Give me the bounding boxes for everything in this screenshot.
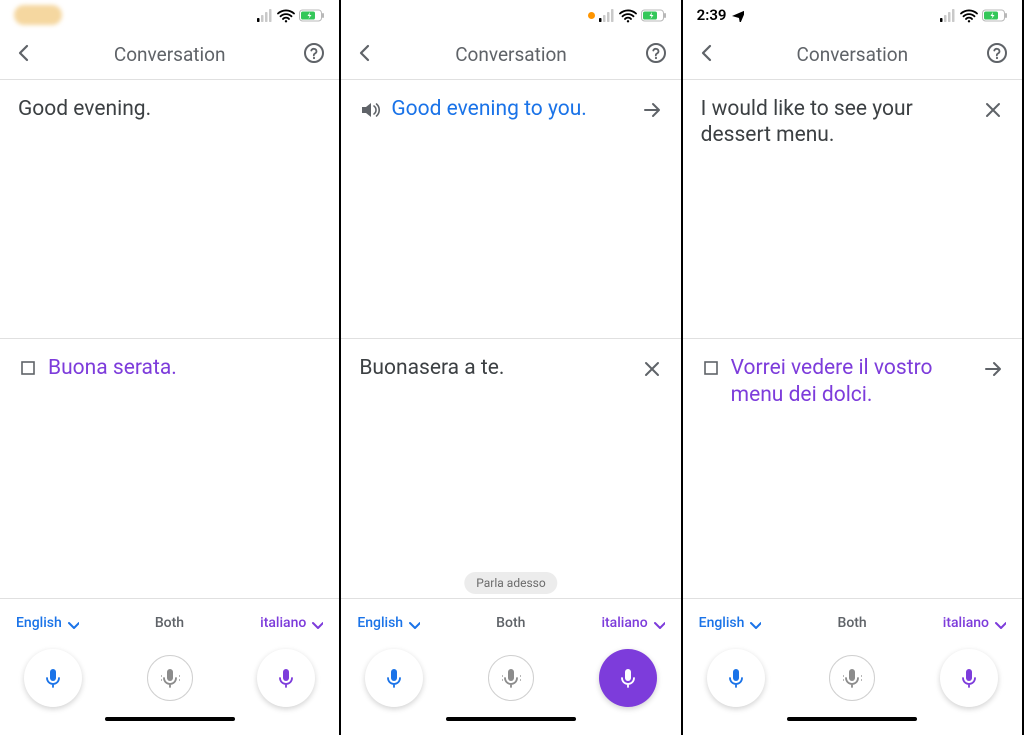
battery-icon [641, 9, 667, 22]
mic-icon [383, 666, 405, 690]
target-text: Buonasera a te. [359, 355, 630, 381]
source-text: Good evening to you. [391, 96, 630, 122]
lang-both-button[interactable]: Both [155, 615, 184, 631]
wifi-icon [960, 8, 978, 23]
home-indicator[interactable] [787, 717, 917, 722]
battery-icon [982, 9, 1008, 22]
signal-icon [940, 9, 956, 22]
lang-source-label: English [357, 615, 403, 631]
expand-icon[interactable] [701, 358, 721, 382]
chevron-down-icon [65, 616, 79, 630]
location-icon [730, 8, 744, 22]
status-bar: 2:39 [683, 0, 1022, 30]
status-bar [341, 0, 680, 30]
chevron-down-icon [992, 616, 1006, 630]
lang-target-button[interactable]: italiano [260, 615, 323, 631]
page-title: Conversation [683, 43, 1022, 66]
mic-auto-button[interactable] [147, 655, 193, 701]
target-pane[interactable]: Buona serata. [0, 338, 339, 597]
arrow-right-icon[interactable] [641, 99, 663, 125]
nav-bar: Conversation [683, 30, 1022, 80]
lang-target-label: italiano [943, 615, 989, 631]
home-indicator[interactable] [446, 717, 576, 722]
mic-auto-icon [841, 666, 863, 690]
chevron-down-icon [747, 616, 761, 630]
status-time-blur [14, 5, 62, 25]
speak-now-hint: Parla adesso [464, 572, 557, 594]
chevron-down-icon [309, 616, 323, 630]
lang-source-button[interactable]: English [16, 615, 79, 631]
wifi-icon [277, 8, 295, 23]
nav-bar: Conversation [0, 30, 339, 80]
bottom-bar: English Both italiano [0, 598, 339, 735]
lang-both-button[interactable]: Both [496, 615, 525, 631]
help-button[interactable] [303, 42, 325, 68]
close-icon[interactable] [982, 99, 1004, 125]
screen-0: Conversation Good evening. Buona serata.… [0, 0, 341, 735]
mic-source-button[interactable] [24, 649, 82, 707]
lang-target-button[interactable]: italiano [601, 615, 664, 631]
lang-target-label: italiano [601, 615, 647, 631]
screen-1: Conversation Good evening to you. Buonas… [341, 0, 682, 735]
screen-2: 2:39 Conversation I would like to see yo… [683, 0, 1024, 735]
lang-source-button[interactable]: English [699, 615, 762, 631]
lang-source-label: English [699, 615, 745, 631]
lang-source-label: English [16, 615, 62, 631]
lang-target-label: italiano [260, 615, 306, 631]
mic-source-button[interactable] [365, 649, 423, 707]
target-pane[interactable]: Buonasera a te. Parla adesso [341, 338, 680, 597]
page-title: Conversation [341, 43, 680, 66]
source-pane[interactable]: Good evening. [0, 80, 339, 338]
nav-bar: Conversation [341, 30, 680, 80]
mic-auto-icon [500, 666, 522, 690]
mic-source-button[interactable] [707, 649, 765, 707]
lang-target-button[interactable]: italiano [943, 615, 1006, 631]
bottom-bar: English Both italiano [683, 598, 1022, 735]
lang-source-button[interactable]: English [357, 615, 420, 631]
status-time: 2:39 [697, 6, 727, 24]
recording-dot-icon [588, 12, 595, 19]
wifi-icon [619, 8, 637, 23]
mic-icon [617, 666, 639, 690]
battery-icon [299, 9, 325, 22]
speaker-icon[interactable] [359, 99, 381, 125]
back-button[interactable] [14, 42, 36, 68]
chevron-down-icon [406, 616, 420, 630]
back-button[interactable] [697, 42, 719, 68]
mic-icon [275, 666, 297, 690]
status-bar [0, 0, 339, 30]
page-title: Conversation [0, 43, 339, 66]
target-pane[interactable]: Vorrei vedere il vostro menu dei dolci. [683, 338, 1022, 597]
bottom-bar: English Both italiano [341, 598, 680, 735]
home-indicator[interactable] [105, 717, 235, 722]
expand-icon[interactable] [18, 358, 38, 382]
source-text: Good evening. [18, 96, 321, 122]
translation-panes: I would like to see your dessert menu. V… [683, 80, 1022, 598]
back-button[interactable] [355, 42, 377, 68]
mic-target-button[interactable] [257, 649, 315, 707]
mic-auto-button[interactable] [488, 655, 534, 701]
signal-icon [599, 9, 615, 22]
source-pane[interactable]: Good evening to you. [341, 80, 680, 338]
target-text: Buona serata. [48, 355, 321, 381]
mic-target-button[interactable] [599, 649, 657, 707]
translation-panes: Good evening to you. Buonasera a te. Par… [341, 80, 680, 598]
mic-icon [725, 666, 747, 690]
mic-icon [42, 666, 64, 690]
source-pane[interactable]: I would like to see your dessert menu. [683, 80, 1022, 338]
help-button[interactable] [645, 42, 667, 68]
signal-icon [257, 9, 273, 22]
mic-auto-icon [159, 666, 181, 690]
close-icon[interactable] [641, 358, 663, 384]
translation-panes: Good evening. Buona serata. [0, 80, 339, 598]
chevron-down-icon [651, 616, 665, 630]
arrow-right-icon[interactable] [982, 358, 1004, 384]
lang-both-button[interactable]: Both [837, 615, 866, 631]
help-button[interactable] [986, 42, 1008, 68]
mic-auto-button[interactable] [829, 655, 875, 701]
source-text: I would like to see your dessert menu. [701, 96, 972, 149]
target-text: Vorrei vedere il vostro menu dei dolci. [731, 355, 972, 408]
mic-icon [958, 666, 980, 690]
mic-target-button[interactable] [940, 649, 998, 707]
